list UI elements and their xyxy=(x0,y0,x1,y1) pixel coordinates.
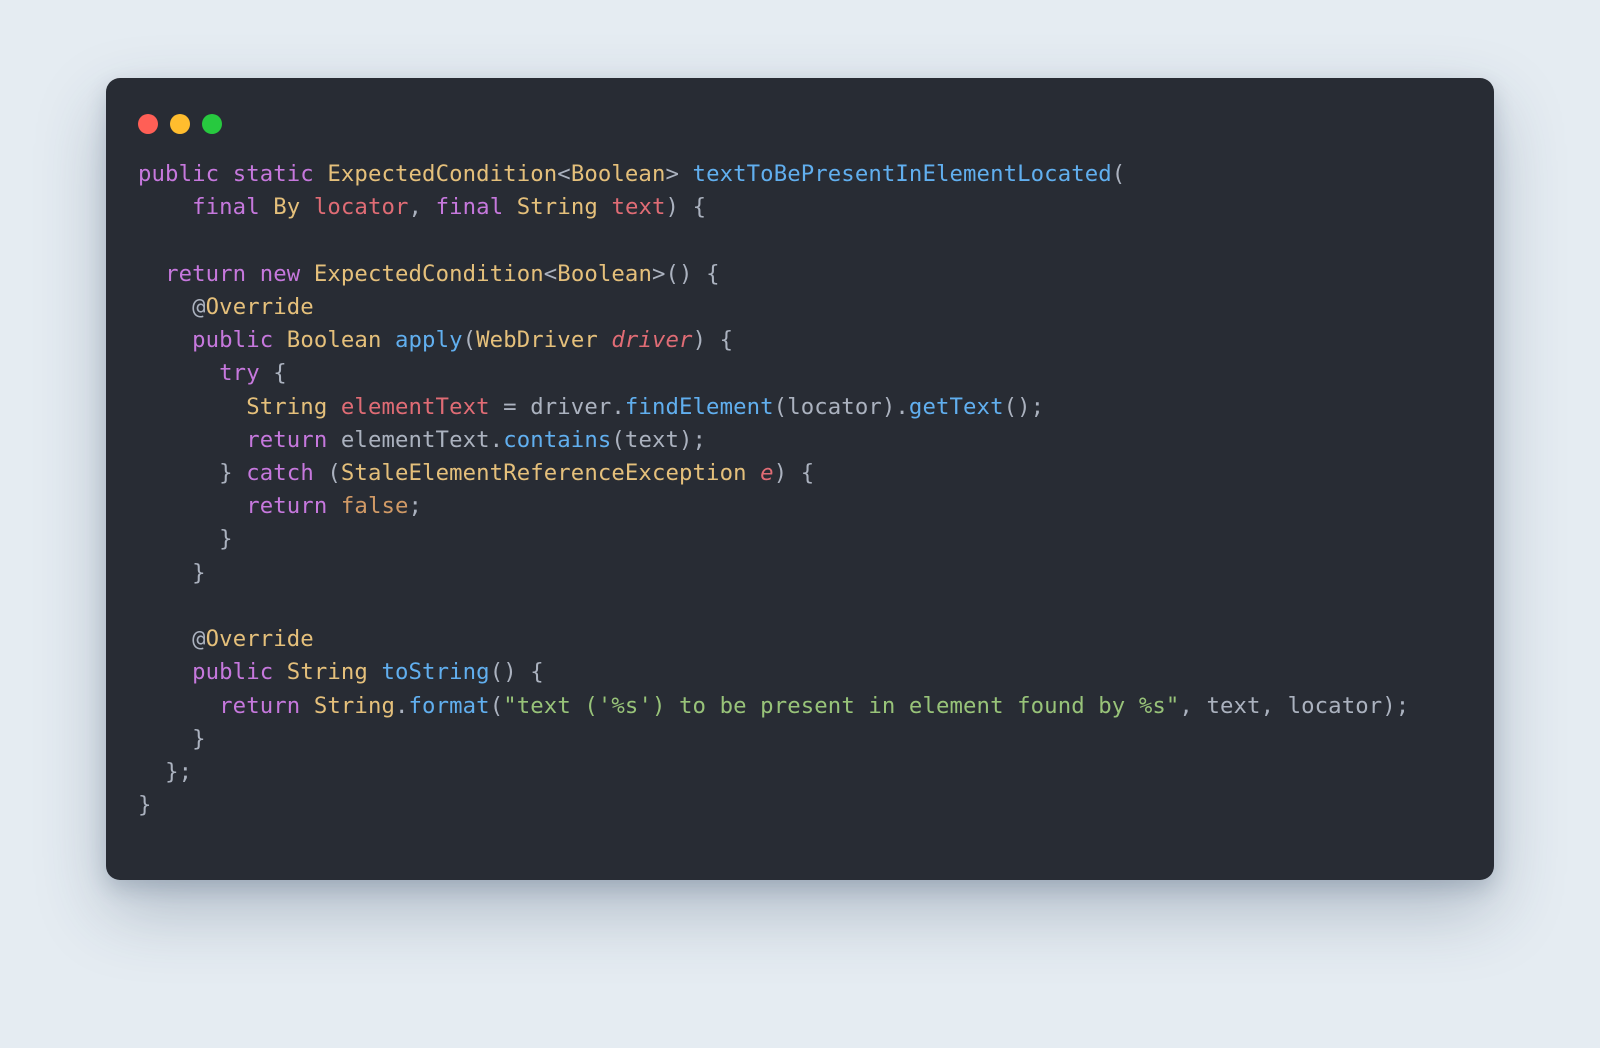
token-fn: textToBePresentInElementLocated xyxy=(693,161,1112,187)
token-pun: } xyxy=(192,726,206,752)
token-pun: (); xyxy=(1004,394,1045,420)
token-pun: }; xyxy=(165,759,192,785)
token-kw: public xyxy=(192,659,273,685)
token-pun: @ xyxy=(192,626,206,652)
token-type: Boolean xyxy=(287,327,382,353)
token-fn: getText xyxy=(909,394,1004,420)
token-pun: > xyxy=(665,161,692,187)
token-pun: ( xyxy=(1112,161,1126,187)
token-kw: public xyxy=(192,327,273,353)
token-k2: false xyxy=(341,493,409,519)
token-kw: static xyxy=(233,161,314,187)
code-window: public static ExpectedCondition<Boolean>… xyxy=(106,78,1494,880)
minimize-icon[interactable] xyxy=(170,114,190,134)
token-pun: ; xyxy=(409,493,423,519)
token-fn: apply xyxy=(395,327,463,353)
token-ann: Override xyxy=(206,294,314,320)
token-pun: () { xyxy=(490,659,544,685)
token-type: ExpectedCondition xyxy=(314,261,544,287)
token-var: text xyxy=(611,194,665,220)
token-type: ExpectedCondition xyxy=(327,161,557,187)
token-pun: @ xyxy=(192,294,206,320)
close-icon[interactable] xyxy=(138,114,158,134)
token-type: String xyxy=(246,394,327,420)
token-pun: } xyxy=(192,560,206,586)
token-pun: >() { xyxy=(652,261,720,287)
token-pun: } xyxy=(219,460,246,486)
token-type: By xyxy=(273,194,300,220)
token-pun: ( xyxy=(490,693,504,719)
token-kw: final xyxy=(192,194,260,220)
token-pun: ( xyxy=(314,460,341,486)
token-ann: Override xyxy=(206,626,314,652)
token-pun: ( xyxy=(463,327,477,353)
token-var: elementText xyxy=(341,394,490,420)
token-type: String xyxy=(517,194,598,220)
token-kw: return xyxy=(246,427,327,453)
token-var: locator xyxy=(314,194,409,220)
token-kw: final xyxy=(436,194,504,220)
token-type: String xyxy=(287,659,368,685)
token-kw: return xyxy=(219,693,300,719)
token-kw: return xyxy=(165,261,246,287)
token-pun: { xyxy=(260,360,287,386)
code-block: public static ExpectedCondition<Boolean>… xyxy=(136,158,1464,822)
token-pun: , xyxy=(409,194,436,220)
token-pun: . xyxy=(395,693,409,719)
token-pun: elementText. xyxy=(341,427,503,453)
token-pun: (locator). xyxy=(774,394,909,420)
token-kw: public xyxy=(138,161,219,187)
token-pun: < xyxy=(557,161,571,187)
zoom-icon[interactable] xyxy=(202,114,222,134)
token-str: "text ('%s') to be present in element fo… xyxy=(503,693,1179,719)
token-pun: (text); xyxy=(611,427,706,453)
token-pun: } xyxy=(219,526,233,552)
token-em: driver xyxy=(611,327,692,353)
token-pun: ) { xyxy=(666,194,707,220)
window-traffic-lights xyxy=(138,114,1464,134)
token-pun: , text, locator); xyxy=(1179,693,1409,719)
token-pun: ) { xyxy=(693,327,734,353)
token-kw: new xyxy=(260,261,301,287)
token-pun: < xyxy=(544,261,558,287)
token-pun: = driver. xyxy=(490,394,625,420)
token-fn: findElement xyxy=(625,394,774,420)
token-pun: ) { xyxy=(774,460,815,486)
token-fn: toString xyxy=(381,659,489,685)
token-type: String xyxy=(314,693,395,719)
token-fn: contains xyxy=(503,427,611,453)
page-background: public static ExpectedCondition<Boolean>… xyxy=(0,0,1600,1048)
token-type: StaleElementReferenceException xyxy=(341,460,747,486)
token-type: Boolean xyxy=(571,161,666,187)
token-type: WebDriver xyxy=(476,327,598,353)
token-kw: try xyxy=(219,360,260,386)
token-fn: format xyxy=(409,693,490,719)
token-kw: catch xyxy=(246,460,314,486)
token-kw: return xyxy=(246,493,327,519)
token-em: e xyxy=(760,460,774,486)
token-type: Boolean xyxy=(557,261,652,287)
token-pun: } xyxy=(138,792,152,818)
